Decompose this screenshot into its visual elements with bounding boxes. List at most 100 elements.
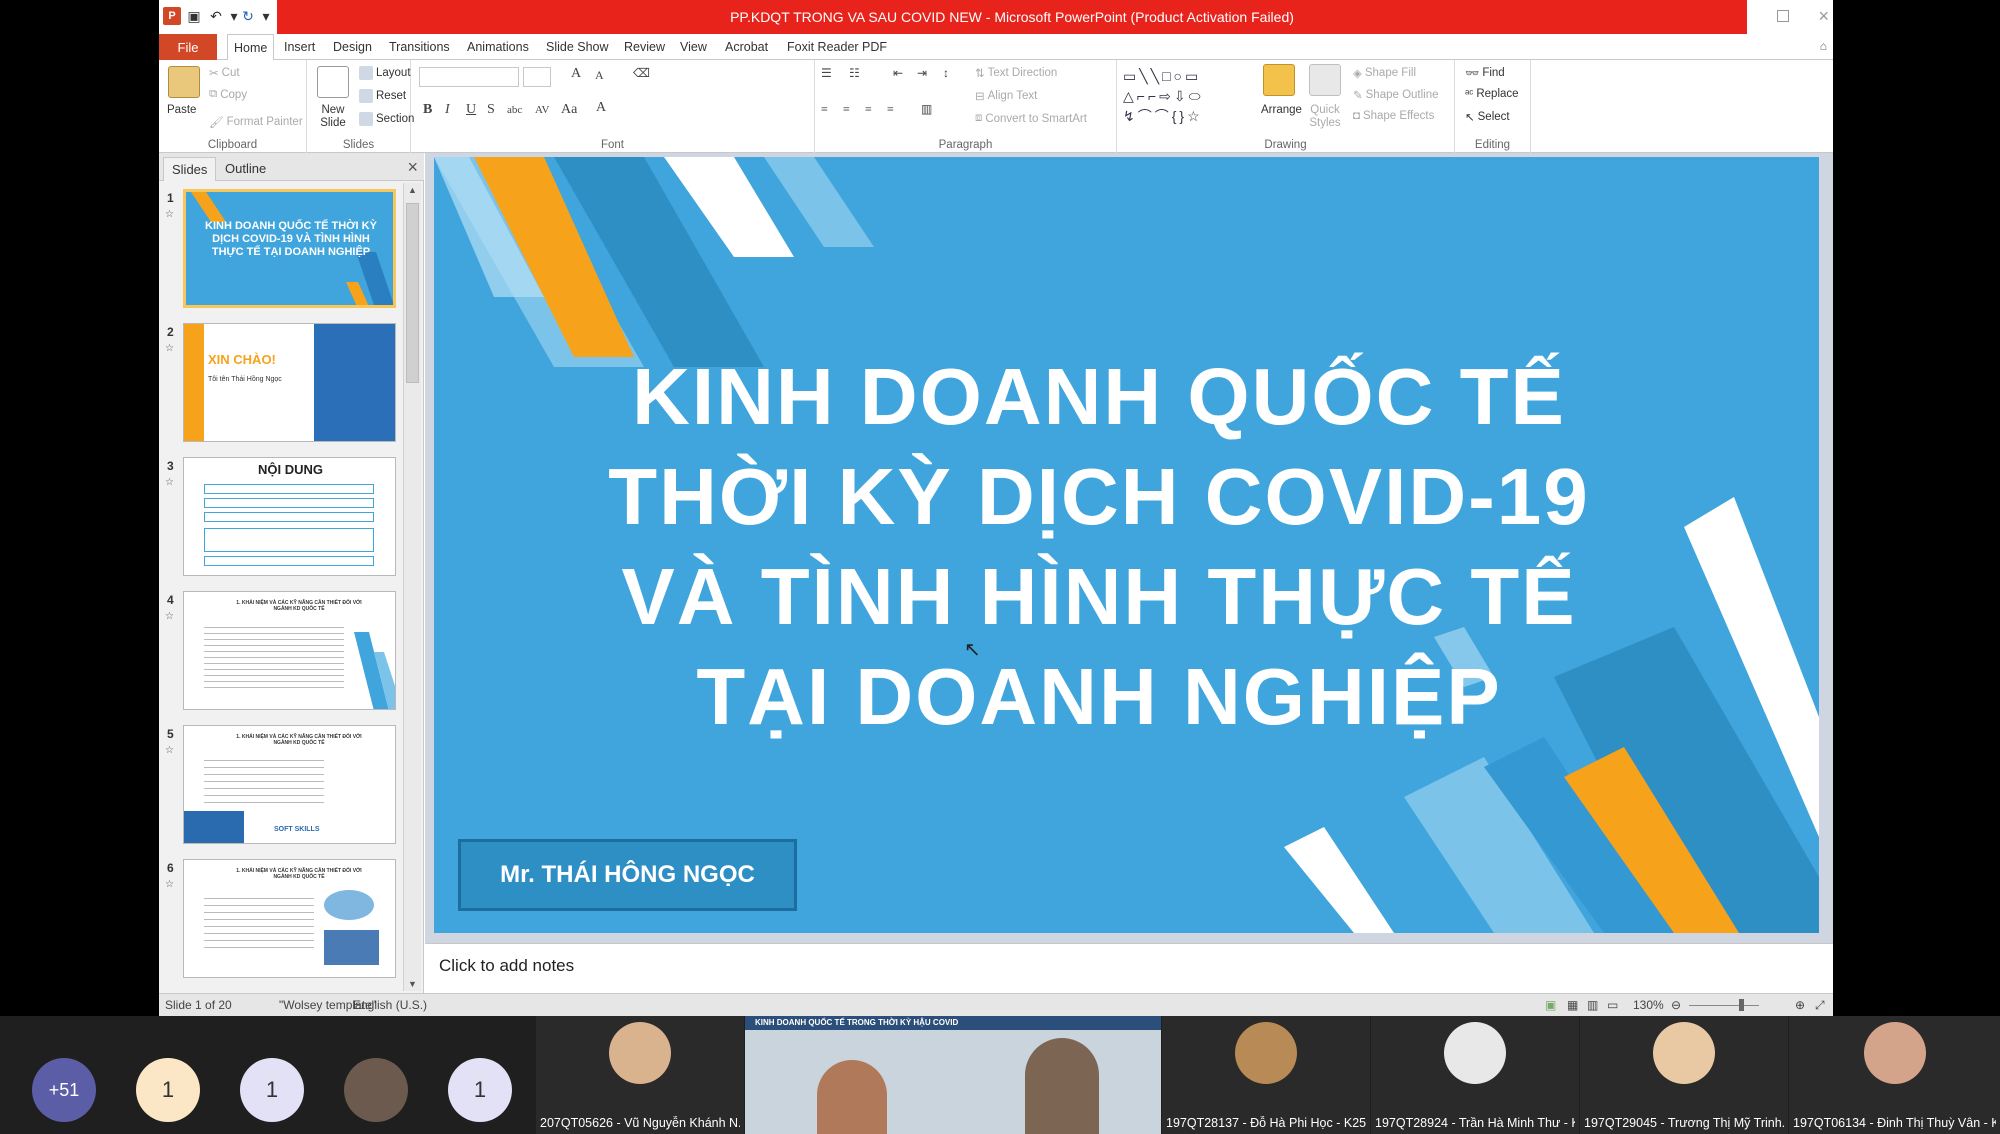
line-spacing-icon[interactable]: ↕ xyxy=(943,66,949,81)
format-painter-button[interactable]: 🖌 Format Painter xyxy=(209,115,303,129)
columns-icon[interactable]: ▥ xyxy=(921,102,932,117)
tab-home[interactable]: Home xyxy=(227,34,275,61)
font-color-icon[interactable]: A xyxy=(596,100,606,116)
arrange-button[interactable]: Arrange xyxy=(1261,104,1302,116)
tab-insert[interactable]: Insert xyxy=(278,34,321,60)
tab-foxit-reader-pdf[interactable]: Foxit Reader PDF xyxy=(781,34,893,60)
save-icon[interactable]: ▣ xyxy=(185,7,203,25)
numbering-icon[interactable]: ☷ xyxy=(849,66,860,81)
normal-view-icon[interactable]: ▣ xyxy=(1545,998,1556,1012)
main-slide[interactable]: KINH DOANH QUỐC TẾ THỜI KỲ DỊCH COVID-19… xyxy=(434,157,1819,933)
participant-badge[interactable]: 1 xyxy=(448,1058,512,1122)
slide-thumbnail[interactable]: KINH DOANH QUỐC TẾ THỜI KỲ DỊCH COVID-19… xyxy=(183,189,396,308)
tab-file[interactable]: File xyxy=(159,34,217,60)
bold-icon[interactable]: B xyxy=(423,102,432,118)
tab-outline[interactable]: Outline xyxy=(217,157,274,181)
change-case-icon[interactable]: Aa xyxy=(561,102,577,118)
arrange-icon[interactable] xyxy=(1263,64,1295,96)
new-slide-button[interactable]: New Slide xyxy=(317,104,349,130)
participant-tile[interactable]: 197QT28137 - Đỗ Hà Phi Học - K25... xyxy=(1162,1016,1370,1134)
underline-icon[interactable]: U xyxy=(466,102,476,118)
pane-close-icon[interactable]: × xyxy=(407,157,418,178)
replace-button[interactable]: ᵃᶜ Replace xyxy=(1465,88,1519,100)
decrease-indent-icon[interactable]: ⇤ xyxy=(893,66,903,81)
slide-thumbnail[interactable]: 1. KHÁI NIỆM VÀ CÁC KỸ NĂNG CẦN THIẾT ĐỐ… xyxy=(183,859,396,978)
quick-styles-icon[interactable] xyxy=(1309,64,1341,96)
scroll-down-icon[interactable]: ▼ xyxy=(408,979,417,989)
fit-to-window-icon[interactable]: ⤢ xyxy=(1815,998,1825,1013)
font-name-combo[interactable] xyxy=(419,67,519,87)
redo-icon[interactable]: ↻ xyxy=(239,7,257,25)
zoom-slider[interactable] xyxy=(1689,1005,1759,1006)
align-text-button[interactable]: ⊟ Align Text xyxy=(975,89,1037,103)
tab-acrobat[interactable]: Acrobat xyxy=(719,34,774,60)
participant-tile[interactable]: 197QT28924 - Trần Hà Minh Thư - K... xyxy=(1371,1016,1579,1134)
ribbon-collapse-icon[interactable]: ⌂ xyxy=(1820,39,1827,53)
notes-pane[interactable]: Click to add notes xyxy=(425,943,1833,993)
layout-button[interactable]: Layout xyxy=(359,66,411,80)
close-button[interactable]: × xyxy=(1818,6,1829,27)
new-slide-icon[interactable] xyxy=(317,66,349,98)
participant-badge[interactable]: 1 xyxy=(136,1058,200,1122)
tab-slide-show[interactable]: Slide Show xyxy=(540,34,615,60)
thumbnail-scrollbar[interactable]: ▲ ▼ xyxy=(403,183,421,991)
participant-tile[interactable]: 197QT06134 - Đinh Thị Thuỳ Vân - K... xyxy=(1789,1016,2000,1134)
font-size-combo[interactable] xyxy=(523,67,551,87)
language-indicator[interactable]: English (U.S.) xyxy=(353,998,427,1012)
more-participants-button[interactable]: +51 xyxy=(32,1058,96,1122)
align-center-icon[interactable]: ≡ xyxy=(843,102,850,117)
tab-transitions[interactable]: Transitions xyxy=(383,34,456,60)
slide-thumbnail[interactable]: NỘI DUNG xyxy=(183,457,396,576)
slide-sorter-icon[interactable]: ▦ xyxy=(1567,998,1578,1012)
speaker-video[interactable]: KINH DOANH QUỐC TẾ TRONG THỜI KỲ HẬU COV… xyxy=(745,1016,1161,1134)
tab-design[interactable]: Design xyxy=(327,34,378,60)
italic-icon[interactable]: I xyxy=(445,102,450,118)
convert-smartart-button[interactable]: ⧈ Convert to SmartArt xyxy=(975,112,1087,125)
char-spacing-icon[interactable]: AV xyxy=(535,104,549,116)
justify-icon[interactable]: ≡ xyxy=(887,102,894,117)
reading-view-icon[interactable]: ▥ xyxy=(1587,998,1598,1012)
slide-title[interactable]: KINH DOANH QUỐC TẾ THỜI KỲ DỊCH COVID-19… xyxy=(534,347,1664,747)
participant-tile[interactable]: 197QT29045 - Trương Thị Mỹ Trinh... xyxy=(1580,1016,1788,1134)
scroll-up-icon[interactable]: ▲ xyxy=(408,185,417,195)
align-right-icon[interactable]: ≡ xyxy=(865,102,872,117)
align-left-icon[interactable]: ≡ xyxy=(821,102,828,117)
select-button[interactable]: ↖ Select xyxy=(1465,110,1510,124)
zoom-in-icon[interactable]: ⊕ xyxy=(1795,998,1805,1012)
scrollbar-thumb[interactable] xyxy=(406,203,419,383)
slide-thumbnail[interactable]: 1. KHÁI NIỆM VÀ CÁC KỸ NĂNG CẦN THIẾT ĐỐ… xyxy=(183,591,396,710)
participant-badge[interactable]: 1 xyxy=(240,1058,304,1122)
slide-thumbnail[interactable]: XIN CHÀO! Tôi tên Thái Hồng Ngọc xyxy=(183,323,396,442)
strikethrough-icon[interactable]: abc xyxy=(507,104,522,116)
zoom-level[interactable]: 130% xyxy=(1633,998,1664,1012)
zoom-slider-thumb[interactable] xyxy=(1739,999,1744,1011)
clear-formatting-icon[interactable]: ⌫ xyxy=(633,66,650,81)
presenter-name-box[interactable]: Mr. THÁI HÔNG NGỌC xyxy=(458,839,797,911)
shape-effects-button[interactable]: ◘ Shape Effects xyxy=(1353,110,1434,122)
cut-button[interactable]: ✂ Cut xyxy=(209,66,240,80)
customize-qat-icon[interactable]: ▾ xyxy=(257,7,275,25)
shapes-gallery[interactable]: ▭╲╲□○▭ △⌐⌐⇨⇩⬭ ↯⌒⌒{}☆ xyxy=(1123,66,1251,130)
tab-animations[interactable]: Animations xyxy=(461,34,535,60)
find-button[interactable]: 👓 Find xyxy=(1465,66,1505,80)
shrink-font-icon[interactable]: A xyxy=(595,68,604,83)
paste-icon[interactable] xyxy=(168,66,200,98)
shadow-icon[interactable]: S xyxy=(487,102,495,118)
increase-indent-icon[interactable]: ⇥ xyxy=(917,66,927,81)
undo-icon[interactable]: ↶ xyxy=(207,7,225,25)
participant-tile[interactable]: 207QT05626 - Vũ Nguyễn Khánh N... xyxy=(536,1016,744,1134)
slide-thumbnail[interactable]: 1. KHÁI NIỆM VÀ CÁC KỸ NĂNG CẦN THIẾT ĐỐ… xyxy=(183,725,396,844)
copy-button[interactable]: ⧉ Copy xyxy=(209,88,247,101)
tab-review[interactable]: Review xyxy=(618,34,671,60)
text-direction-button[interactable]: ⇅ Text Direction xyxy=(975,66,1057,80)
tab-slides[interactable]: Slides xyxy=(163,157,217,181)
bullets-icon[interactable]: ☰ xyxy=(821,66,832,81)
slide-show-icon[interactable]: ▭ xyxy=(1607,998,1618,1012)
section-button[interactable]: Section xyxy=(359,112,414,126)
reset-button[interactable]: Reset xyxy=(359,89,406,103)
participant-avatar[interactable] xyxy=(344,1058,408,1122)
shape-outline-button[interactable]: ✎ Shape Outline xyxy=(1353,88,1439,102)
zoom-out-icon[interactable]: ⊖ xyxy=(1671,998,1681,1012)
tab-view[interactable]: View xyxy=(674,34,713,60)
restore-button[interactable] xyxy=(1777,10,1789,22)
